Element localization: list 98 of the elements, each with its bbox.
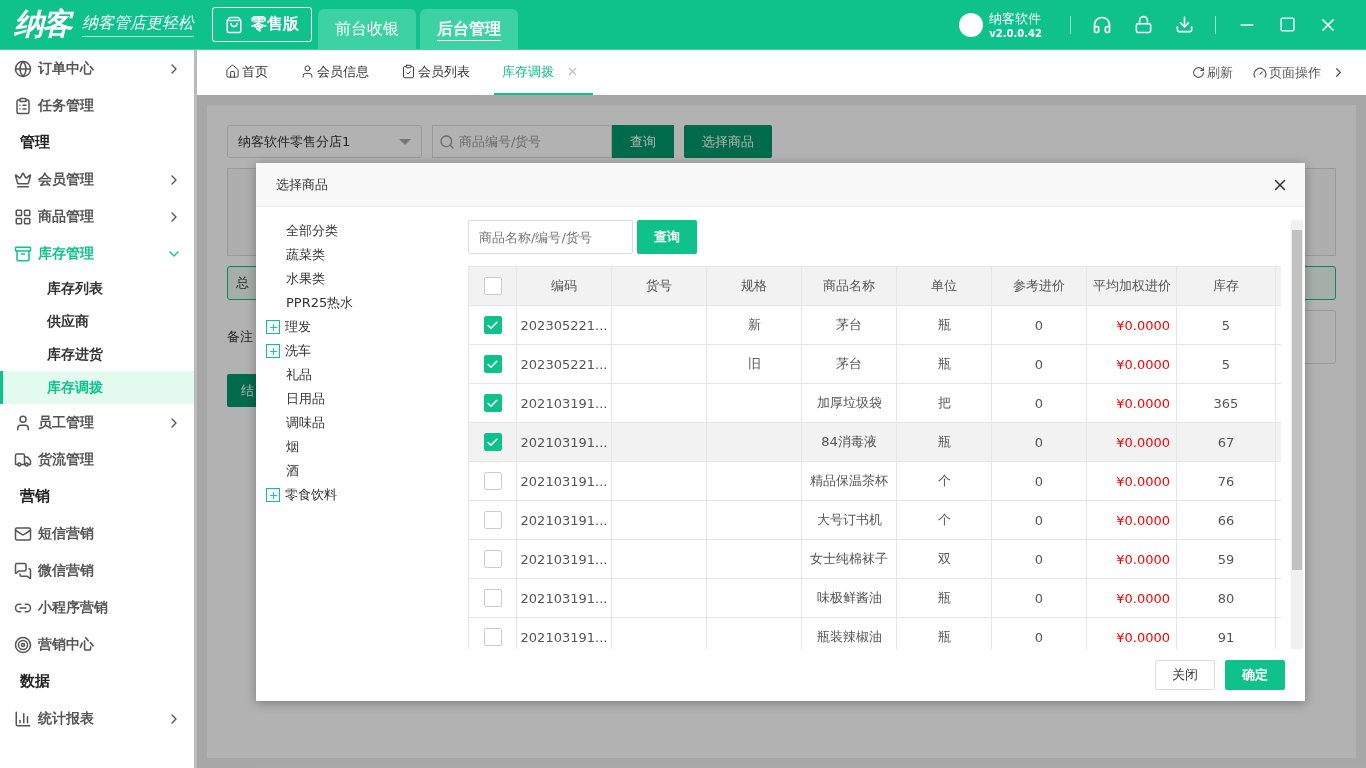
check-icon (486, 435, 499, 449)
table-row[interactable]: 202103191... 瓶装辣椒油 瓶 0 ¥0.0000 91 (469, 617, 1281, 649)
table-row[interactable]: 202305221... 旧 茅台 瓶 0 ¥0.0000 5 (469, 344, 1281, 383)
checkbox[interactable] (483, 550, 502, 568)
table-row[interactable]: 202103191... 加厚垃圾袋 把 0 ¥0.0000 365 (469, 383, 1281, 422)
sidebar-section: 管理 (0, 124, 194, 161)
sidebar-section: 数据 (0, 663, 194, 700)
category-item[interactable]: 洗车 (266, 339, 468, 363)
plus-box-icon[interactable] (266, 344, 280, 358)
page-action[interactable]: 页面操作 (1253, 50, 1346, 95)
checkbox[interactable] (483, 316, 502, 334)
mail-icon (14, 524, 32, 543)
category-item[interactable]: 烟 (266, 435, 468, 459)
sidebar-section: 营销 (0, 478, 194, 515)
scrollbar[interactable] (1291, 220, 1303, 649)
checkbox[interactable] (483, 511, 502, 529)
sidebar-item[interactable]: 商品管理 (0, 198, 194, 235)
lock-icon[interactable] (1134, 15, 1153, 34)
table-cell: 202103191... (517, 618, 612, 649)
edition-label: 零售版 (251, 14, 299, 35)
target-icon (14, 635, 32, 654)
table-row[interactable]: 202103191... 女士纯棉袜子 双 0 ¥0.0000 59 (469, 539, 1281, 578)
table-cell: 瓶 (897, 618, 992, 649)
headset-icon[interactable] (1092, 14, 1112, 35)
dialog-title: 选择商品 (276, 175, 328, 194)
close-button[interactable]: 关闭 (1155, 660, 1215, 690)
user-icon (300, 64, 315, 79)
clipboard-icon (401, 64, 416, 79)
crown-icon (14, 170, 32, 189)
refresh-icon (1192, 66, 1205, 79)
avatar (959, 12, 984, 37)
check-icon (486, 318, 499, 332)
table-row[interactable]: 202103191... 味极鲜酱油 瓶 0 ¥0.0000 80 (469, 578, 1281, 617)
check-icon (486, 396, 499, 410)
page-tab[interactable]: 会员信息 (292, 50, 383, 95)
sidebar-item[interactable]: 统计报表 (0, 700, 194, 737)
table-row[interactable]: 202103191... 84消毒液 瓶 0 ¥0.0000 67 (469, 422, 1281, 461)
page-tab[interactable]: 首页 (217, 50, 282, 95)
table-row[interactable]: 202103191... 大号订书机 个 0 ¥0.0000 66 (469, 500, 1281, 539)
sidebar-subitem[interactable]: 供应商 (0, 305, 194, 338)
checkbox[interactable] (483, 472, 502, 490)
remark-label: 备注 (227, 328, 253, 346)
sidebar-item[interactable]: 短信营销 (0, 515, 194, 552)
table-cell: 瓶装辣椒油 (802, 618, 897, 649)
sidebar-item[interactable]: 微信营销 (0, 552, 194, 589)
page-tab[interactable]: 会员列表 (393, 50, 484, 95)
checkbox[interactable] (483, 589, 502, 607)
sidebar-item[interactable]: 任务管理 (0, 87, 194, 124)
category-item[interactable]: 调味品 (266, 411, 468, 435)
category-item[interactable]: 水果类 (266, 267, 468, 291)
user-icon (14, 413, 32, 432)
plus-box-icon[interactable] (266, 320, 280, 334)
chat-icon (14, 561, 32, 580)
truck-icon (14, 450, 32, 469)
home-icon (225, 64, 240, 79)
category-item[interactable]: 全部分类 (266, 219, 468, 243)
sidebar-subitem[interactable]: 库存列表 (0, 272, 194, 305)
page-action[interactable]: 刷新 (1192, 50, 1233, 95)
sidebar-item[interactable]: 员工管理 (0, 404, 194, 441)
summary-text: 总 (236, 274, 249, 292)
sidebar-item[interactable]: 营销中心 (0, 626, 194, 663)
table-cell: 91 (1177, 618, 1276, 649)
grid-icon (14, 207, 32, 226)
checkbox[interactable] (483, 277, 502, 295)
table-row[interactable]: 202305221... 新 茅台 瓶 0 ¥0.0000 5 (469, 305, 1281, 344)
checkbox[interactable] (483, 433, 502, 451)
plus-box-icon[interactable] (266, 488, 280, 502)
list-icon (14, 96, 32, 115)
category-item[interactable]: PPR25热水 (266, 291, 468, 315)
sidebar-item[interactable]: 小程序营销 (0, 589, 194, 626)
table-cell: ¥0.0000 (1087, 618, 1177, 649)
app-slogan: 纳客管店更轻松 (82, 12, 194, 37)
gauge-icon (1253, 65, 1267, 80)
user-name: 纳客软件 (989, 10, 1042, 28)
chart-icon (14, 709, 32, 728)
globe-icon (14, 59, 32, 78)
bag-icon (225, 15, 243, 34)
checkbox[interactable] (483, 355, 502, 373)
table-row[interactable]: 202103191... 精品保温茶杯 个 0 ¥0.0000 76 (469, 461, 1281, 500)
check-icon (486, 357, 499, 371)
table-cell: 0 (992, 618, 1087, 649)
checkbox[interactable] (483, 628, 502, 646)
category-item[interactable]: 酒 (266, 459, 468, 483)
category-item[interactable]: 蔬菜类 (266, 243, 468, 267)
search-field[interactable]: 商品名称/编号/货号 (468, 220, 633, 254)
archive-icon (14, 244, 32, 263)
sidebar-item[interactable]: 货流管理 (0, 441, 194, 478)
store-select[interactable]: 纳客软件零售分店1 (227, 125, 422, 158)
category-item[interactable]: 理发 (266, 315, 468, 339)
search-icon (439, 133, 455, 150)
sidebar-item[interactable]: 会员管理 (0, 161, 194, 198)
app-version: v2.0.0.42 (989, 28, 1042, 39)
download-icon[interactable] (1175, 15, 1194, 34)
sidebar-item[interactable]: 订单中心 (0, 50, 194, 87)
category-item[interactable]: 零食饮料 (266, 483, 468, 507)
sidebar-subitem[interactable]: 库存进货 (0, 338, 194, 371)
maximize-icon[interactable] (1279, 16, 1296, 33)
checkbox[interactable] (483, 394, 502, 412)
